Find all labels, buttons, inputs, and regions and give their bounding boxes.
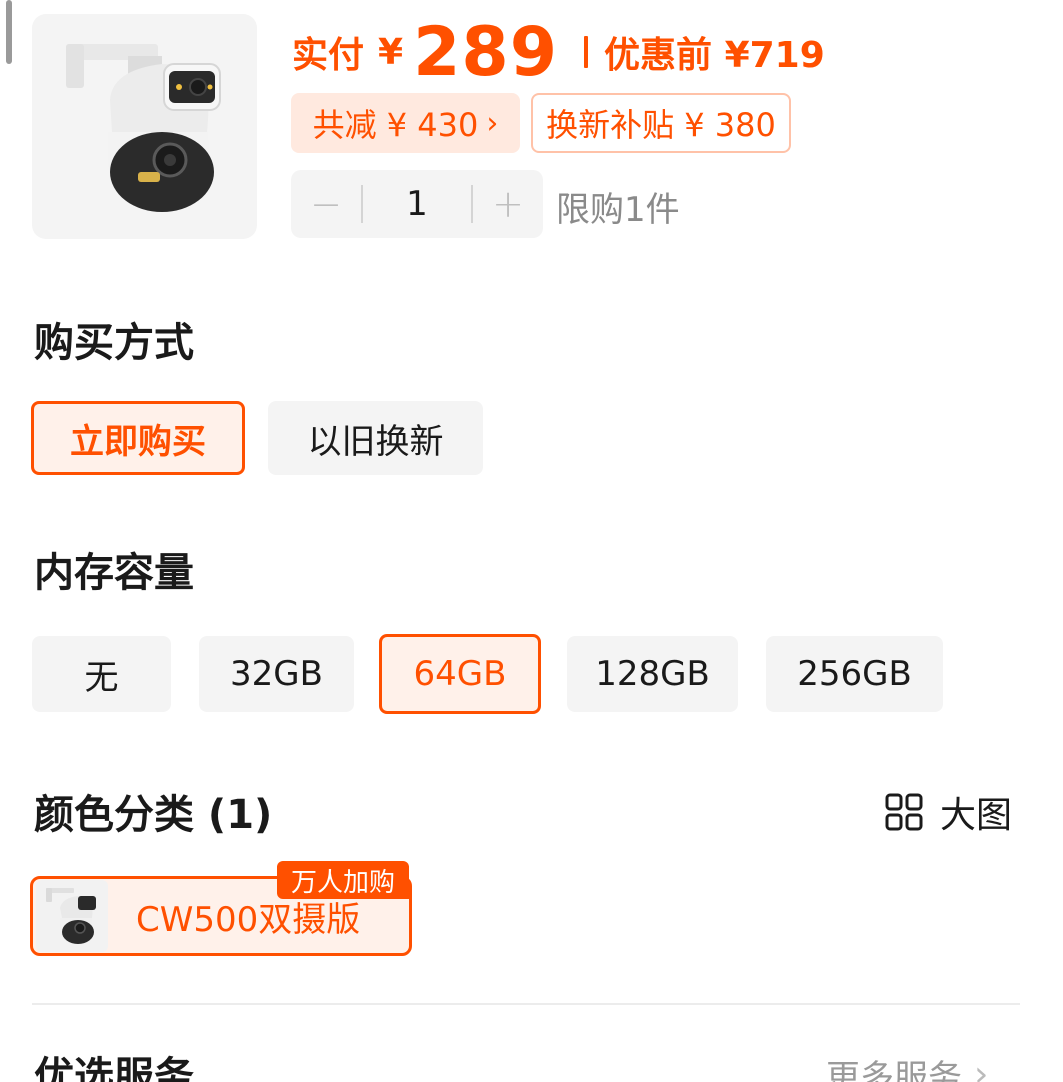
chevron-right-icon: › [486, 105, 499, 141]
quantity-stepper[interactable]: − 1 + [291, 170, 543, 238]
decrease-button[interactable]: − [291, 170, 361, 238]
price-prefix: 实付 [292, 35, 365, 76]
discount-badge[interactable]: 共减 ¥ 430 › [291, 93, 520, 153]
final-price: 289 [413, 12, 559, 92]
color-thumbnail [36, 880, 108, 952]
scroll-indicator[interactable] [6, 0, 12, 64]
subsidy-badge[interactable]: 换新补贴 ¥ 380 [531, 93, 791, 153]
option-storage-64gb[interactable]: 64GB [379, 634, 541, 714]
option-storage-128gb[interactable]: 128GB [567, 636, 738, 712]
discount-label: 共减 ¥ 430 [312, 106, 479, 144]
option-trade-in[interactable]: 以旧换新 [268, 401, 483, 475]
price-separator [584, 36, 589, 68]
grid-icon [885, 793, 923, 831]
subsidy-label: 换新补贴 ¥ 380 [546, 106, 776, 144]
product-image[interactable] [32, 14, 257, 239]
original-price: 优惠前 ¥719 [604, 35, 825, 76]
price-row: 实付 ¥ 289 优惠前 ¥719 [292, 12, 825, 92]
option-buy-now[interactable]: 立即购买 [31, 401, 245, 475]
option-storage-256gb[interactable]: 256GB [766, 636, 943, 712]
quantity-value[interactable]: 1 [363, 184, 471, 224]
view-large-label: 大图 [940, 795, 1013, 836]
popular-tag: 万人加购 [277, 861, 409, 899]
security-camera-image [66, 44, 221, 212]
color-title: 颜色分类 (1) [34, 792, 273, 838]
chevron-right-icon: › [974, 1054, 989, 1082]
more-services-link[interactable]: 更多服务 › [826, 1050, 988, 1082]
option-storage-32gb[interactable]: 32GB [199, 636, 354, 712]
view-large-button[interactable]: 大图 [884, 786, 1012, 838]
increase-button[interactable]: + [473, 170, 543, 238]
section-divider [32, 1003, 1020, 1005]
security-camera-thumb [46, 888, 96, 944]
purchase-method-title: 购买方式 [34, 320, 194, 366]
purchase-limit: 限购1件 [556, 190, 680, 230]
services-title: 优选服务 [34, 1054, 194, 1082]
more-services-label: 更多服务 [826, 1058, 962, 1082]
option-storage-none[interactable]: 无 [32, 636, 171, 712]
currency-symbol: ¥ [378, 31, 404, 73]
storage-title: 内存容量 [34, 550, 194, 596]
